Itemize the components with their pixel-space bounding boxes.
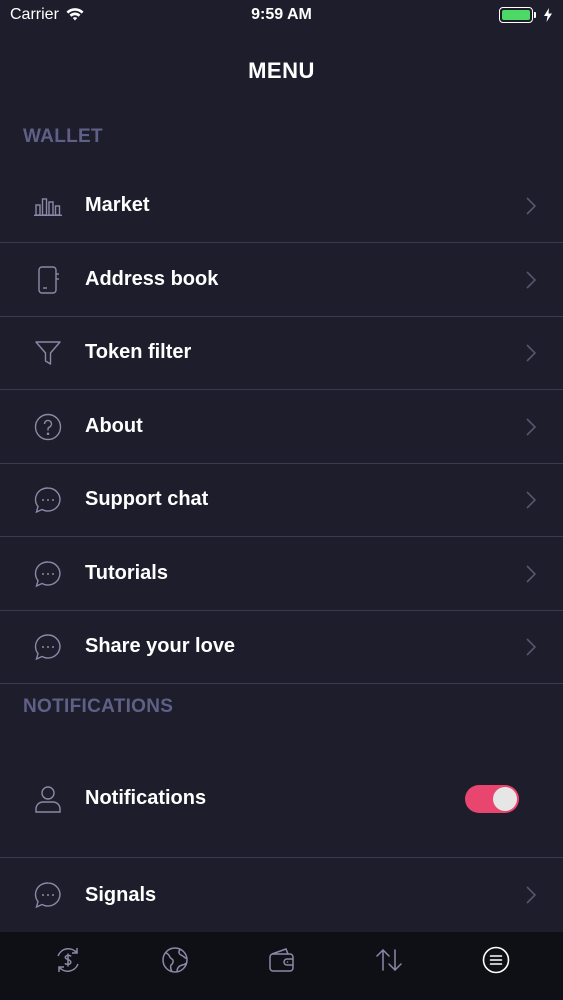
menu-item-tutorials[interactable]: Tutorials [0, 537, 563, 611]
tab-menu[interactable] [471, 940, 521, 980]
menu-item-token-filter[interactable]: Token filter [0, 316, 563, 390]
exchange-dollar-icon [56, 948, 79, 972]
toggle-knob [493, 786, 517, 811]
status-left: Carrier [10, 6, 84, 24]
menu-item-label: Token filter [85, 341, 192, 363]
menu-item-support-chat[interactable]: Support chat [0, 463, 563, 537]
menu-screen: Carrier 9:59 AM MENU WALLET Market Addre… [0, 0, 563, 1000]
chevron-right-icon [526, 417, 537, 436]
tab-wallet[interactable] [257, 940, 307, 980]
tab-exchange[interactable] [43, 940, 93, 980]
chat-icon [34, 560, 62, 588]
menu-item-label: About [85, 415, 143, 437]
menu-item-label: Share your love [85, 635, 236, 657]
tab-globe[interactable] [150, 940, 200, 980]
menu-item-notifications: Notifications [0, 740, 563, 858]
menu-icon [482, 946, 509, 974]
carrier-label: Carrier [10, 6, 59, 23]
filter-icon [34, 339, 62, 367]
menu-item-label: Support chat [85, 488, 209, 510]
chevron-right-icon [526, 490, 537, 509]
menu-item-label: Signals [85, 883, 157, 906]
chevron-right-icon [526, 886, 537, 904]
notifications-toggle[interactable] [465, 784, 519, 813]
section-header-wallet: WALLET [23, 126, 103, 147]
user-icon [34, 785, 62, 813]
chat-icon [34, 633, 62, 661]
chevron-right-icon [526, 196, 537, 215]
transfer-arrows-icon [375, 949, 402, 971]
menu-item-share-your-love[interactable]: Share your love [0, 610, 563, 684]
battery-level [502, 10, 530, 20]
menu-item-label: Address book [85, 268, 219, 290]
chevron-right-icon [526, 564, 537, 583]
menu-item-label: Market [85, 194, 150, 216]
status-time: 9:59 AM [251, 6, 312, 23]
chevron-right-icon [526, 270, 537, 289]
bar-chart-icon [34, 192, 62, 220]
chat-icon [34, 881, 62, 909]
menu-item-label: Tutorials [85, 562, 168, 584]
menu-item-market[interactable]: Market [0, 169, 563, 243]
question-icon [34, 413, 62, 441]
section-header-notifications: NOTIFICATIONS [23, 696, 174, 717]
status-right [499, 7, 553, 23]
page-title: MENU [248, 58, 315, 83]
address-book-icon [34, 265, 62, 294]
globe-icon [161, 947, 188, 973]
menu-item-about[interactable]: About [0, 390, 563, 464]
wallet-icon [268, 948, 294, 972]
chevron-right-icon [526, 637, 537, 656]
status-bar: Carrier 9:59 AM [0, 0, 563, 30]
menu-item-signals[interactable]: Signals [0, 858, 563, 932]
tab-transfer[interactable] [364, 940, 414, 980]
charging-icon [544, 8, 552, 22]
chat-icon [34, 486, 62, 514]
chevron-right-icon [526, 343, 537, 362]
wifi-icon [66, 8, 84, 21]
battery-icon [499, 7, 536, 23]
menu-item-address-book[interactable]: Address book [0, 243, 563, 317]
tab-bar [0, 932, 563, 1000]
menu-item-label: Notifications [85, 787, 207, 809]
